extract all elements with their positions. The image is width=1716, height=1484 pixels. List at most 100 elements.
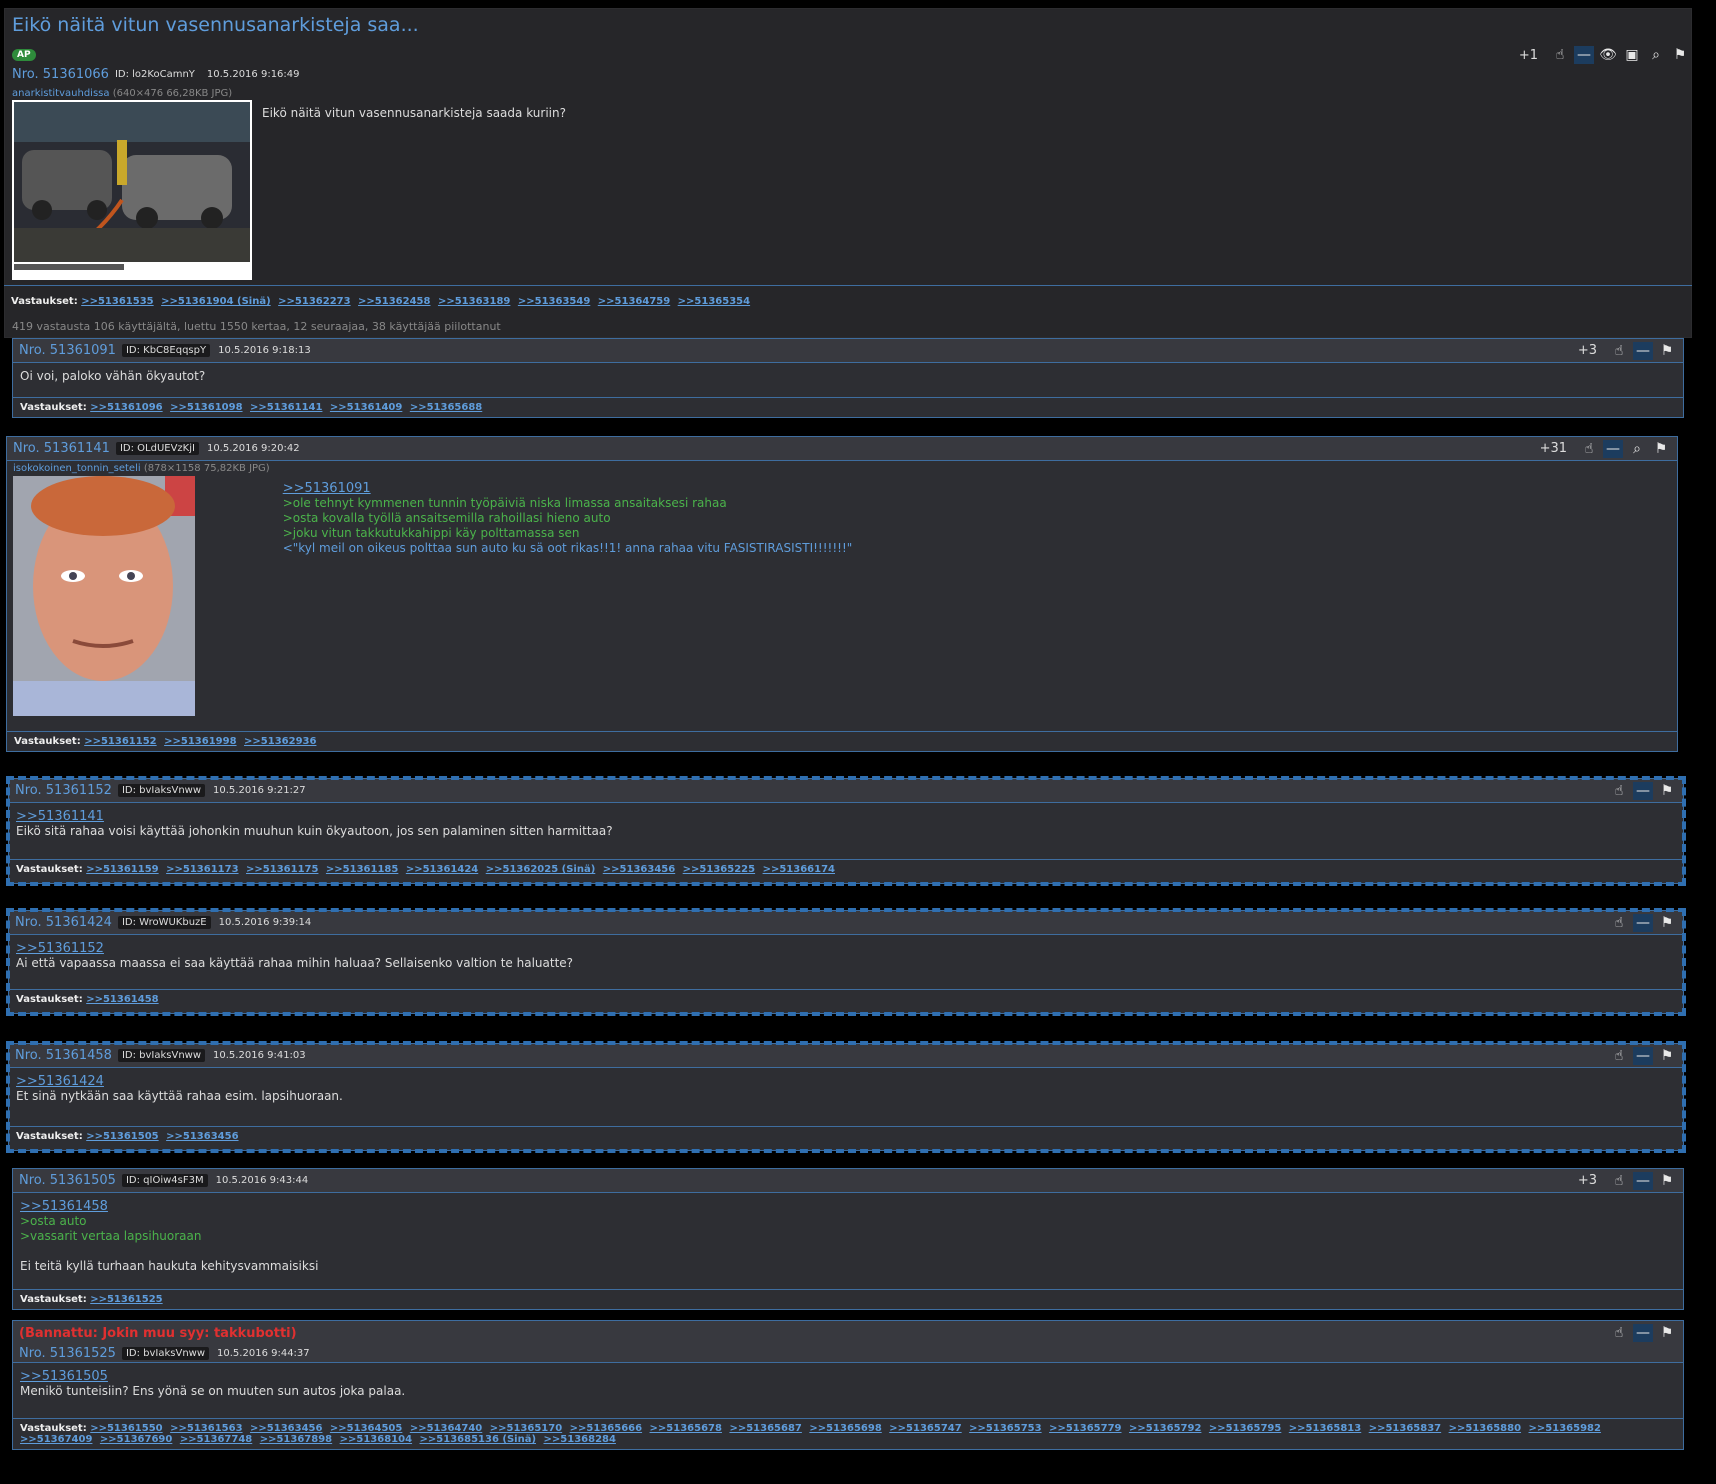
reply-link[interactable]: >>51361525 [90,1294,162,1305]
minus-icon[interactable]: — [1603,439,1623,458]
hand-icon[interactable]: ☝ [1609,1324,1629,1342]
post-number[interactable]: Nro. 51361525 [19,1346,116,1361]
reply-link[interactable]: >>51361409 [330,402,402,413]
reply-link[interactable]: >>51361185 [326,864,398,875]
hand-icon[interactable]: ☝ [1609,782,1629,800]
reply-link[interactable]: >>51365687 [729,1423,801,1434]
post-number[interactable]: Nro. 51361505 [19,1173,116,1188]
reply-link[interactable]: >>51361904 (Sinä) [161,296,271,307]
minus-icon[interactable]: — [1633,781,1653,800]
file-link[interactable]: anarkistitvauhdissa [12,88,110,99]
post-number[interactable]: Nro. 51361458 [15,1048,112,1063]
reply-link[interactable]: >>51368284 [544,1434,616,1445]
reply-link[interactable]: >>51364505 [330,1423,402,1434]
reply-link[interactable]: >>51362936 [244,736,316,747]
flag-icon[interactable]: ⚑ [1657,342,1677,360]
quote-link[interactable]: >>51361424 [16,1074,343,1089]
hand-icon[interactable]: ☝ [1609,1172,1629,1190]
post-thumbnail[interactable] [13,476,195,716]
search-icon[interactable]: ⌕ [1627,440,1647,458]
hand-icon[interactable]: ☝ [1609,342,1629,360]
flag-icon[interactable]: ⚑ [1657,1172,1677,1190]
hand-icon[interactable]: ☝ [1609,914,1629,932]
reply-link[interactable]: >>51362025 (Sinä) [486,864,596,875]
reply-link[interactable]: >>51361505 [86,1131,158,1142]
reply-link[interactable]: >>51365747 [889,1423,961,1434]
reply-link[interactable]: >>51363456 [166,1131,238,1142]
reply-link[interactable]: >>51365170 [490,1423,562,1434]
reply-link[interactable]: >>51365753 [969,1423,1041,1434]
reply-link[interactable]: >>513685136 (Sinä) [420,1434,537,1445]
reply-link[interactable]: >>51361563 [170,1423,242,1434]
reply-link[interactable]: >>51361175 [246,864,318,875]
quote-link[interactable]: >>51361091 [283,481,853,496]
minus-icon[interactable]: — [1633,1171,1653,1190]
reply-link[interactable]: >>51361141 [250,402,322,413]
reply-link[interactable]: >>51365982 [1529,1423,1601,1434]
quote-link[interactable]: >>51361141 [16,809,613,824]
minus-icon[interactable]: — [1633,913,1653,932]
reply-link[interactable]: >>51365678 [650,1423,722,1434]
reply-link[interactable]: >>51365698 [809,1423,881,1434]
reply-link[interactable]: >>51365688 [410,402,482,413]
thread-title[interactable]: Eikö näitä vitun vasennusanarkisteja saa… [12,14,419,36]
minus-icon[interactable]: — [1633,341,1653,360]
flag-icon[interactable]: ⚑ [1657,1047,1677,1065]
reply-link[interactable]: >>51366174 [763,864,835,875]
quote-link[interactable]: >>51361458 [20,1199,318,1214]
flag-icon[interactable]: ⚑ [1657,914,1677,932]
reply-link[interactable]: >>51365354 [678,296,750,307]
reply-link[interactable]: >>51363549 [518,296,590,307]
hand-icon[interactable]: ☝ [1550,46,1570,64]
file-link[interactable]: isokokoinen_tonnin_seteli [13,463,141,474]
post-number[interactable]: Nro. 51361141 [13,441,110,456]
reply-link[interactable]: >>51361458 [86,994,158,1005]
reply-link[interactable]: >>51364759 [598,296,670,307]
reply-link[interactable]: >>51361424 [406,864,478,875]
flag-icon[interactable]: ⚑ [1670,46,1690,64]
reply-link[interactable]: >>51365779 [1049,1423,1121,1434]
reply-link[interactable]: >>51365813 [1289,1423,1361,1434]
hand-icon[interactable]: ☝ [1579,440,1599,458]
minus-icon[interactable]: — [1574,46,1594,64]
reply-link[interactable]: >>51361152 [84,736,156,747]
reply-link[interactable]: >>51361550 [90,1423,162,1434]
post-number[interactable]: Nro. 51361424 [15,915,112,930]
reply-link[interactable]: >>51367748 [180,1434,252,1445]
reply-link[interactable]: >>51361098 [170,402,242,413]
reply-link[interactable]: >>51361535 [81,296,153,307]
post-number[interactable]: Nro. 51361152 [15,783,112,798]
quote-link[interactable]: >>51361505 [20,1369,405,1384]
reply-link[interactable]: >>51361096 [90,402,162,413]
flag-icon[interactable]: ⚑ [1657,782,1677,800]
reply-link[interactable]: >>51367898 [260,1434,332,1445]
reply-link[interactable]: >>51361159 [86,864,158,875]
reply-link[interactable]: >>51365880 [1449,1423,1521,1434]
reply-link[interactable]: >>51363189 [438,296,510,307]
flag-icon[interactable]: ⚑ [1651,440,1671,458]
minus-icon[interactable]: — [1633,1046,1653,1065]
search-icon[interactable]: ⌕ [1646,46,1666,64]
reply-link[interactable]: >>51368104 [340,1434,412,1445]
reply-link[interactable]: >>51367690 [100,1434,172,1445]
image-icon[interactable]: ▣ [1622,46,1642,64]
reply-link[interactable]: >>51361173 [166,864,238,875]
reply-link[interactable]: >>51365792 [1129,1423,1201,1434]
reply-link[interactable]: >>51363456 [250,1423,322,1434]
reply-link[interactable]: >>51365795 [1209,1423,1281,1434]
minus-icon[interactable]: — [1633,1324,1653,1342]
quote-link[interactable]: >>51361152 [16,941,573,956]
reply-link[interactable]: >>51365666 [570,1423,642,1434]
reply-link[interactable]: >>51367409 [20,1434,92,1445]
reply-link[interactable]: >>51363456 [603,864,675,875]
eye-icon[interactable]: 👁 [1598,46,1618,64]
hand-icon[interactable]: ☝ [1609,1047,1629,1065]
op-thumbnail[interactable] [12,100,252,280]
reply-link[interactable]: >>51364740 [410,1423,482,1434]
reply-link[interactable]: >>51361998 [164,736,236,747]
flag-icon[interactable]: ⚑ [1657,1324,1677,1342]
reply-link[interactable]: >>51365225 [683,864,755,875]
reply-link[interactable]: >>51362273 [278,296,350,307]
reply-link[interactable]: >>51362458 [358,296,430,307]
post-number[interactable]: Nro. 51361066 [12,67,109,82]
